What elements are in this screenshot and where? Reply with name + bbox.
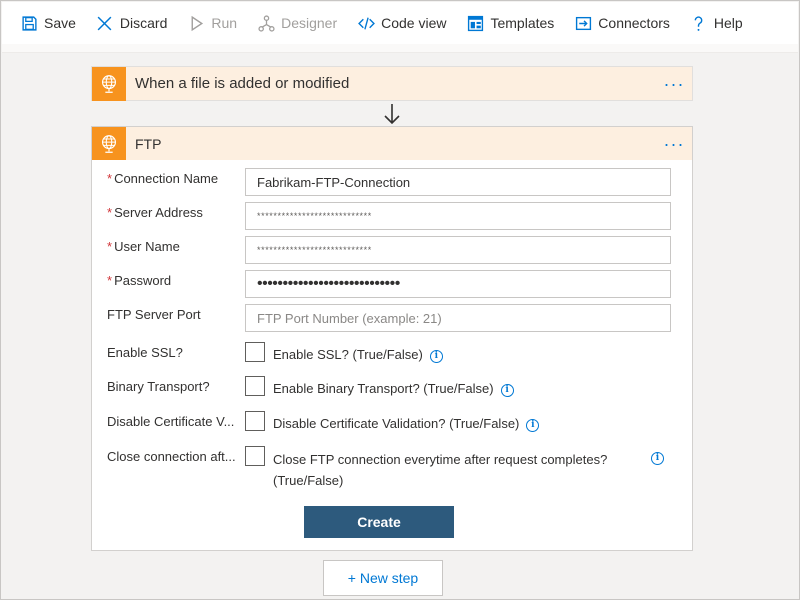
server-address-input[interactable] <box>245 202 671 230</box>
required-marker: * <box>107 273 113 288</box>
binary-transport-checkbox[interactable] <box>245 376 265 396</box>
password-input[interactable] <box>245 270 671 298</box>
info-icon[interactable]: i <box>651 452 664 465</box>
toolbar: Save Discard Run Designer Code view Temp… <box>2 2 798 44</box>
run-label: Run <box>211 15 238 31</box>
ftp-globe-icon <box>92 66 126 101</box>
code-view-label: Code view <box>381 15 447 31</box>
templates-button[interactable]: Templates <box>466 2 554 44</box>
code-icon <box>357 14 375 32</box>
flow-icon <box>257 14 275 32</box>
ftp-port-input[interactable] <box>245 304 671 332</box>
templates-label: Templates <box>490 15 555 31</box>
info-icon[interactable]: i <box>429 350 443 363</box>
enable-ssl-label: Enable SSL? <box>107 345 183 360</box>
required-marker: * <box>107 239 113 254</box>
info-icon[interactable]: i <box>526 419 540 432</box>
binary-transport-label: Binary Transport? <box>107 379 210 394</box>
arrow-down-icon <box>384 104 400 125</box>
password-label: * Password <box>107 273 172 288</box>
designer-canvas: Save Discard Run Designer Code view Temp… <box>0 0 800 600</box>
binary-transport-text: Enable Binary Transport? (True/False) i <box>273 379 514 399</box>
required-marker: * <box>107 171 113 186</box>
enable-ssl-text: Enable SSL? (True/False) i <box>273 345 443 365</box>
close-connection-text: Close FTP connection everytime after req… <box>273 452 608 488</box>
create-button[interactable]: Create <box>304 506 454 538</box>
ftp-card-header[interactable]: FTP ··· <box>92 127 692 160</box>
disable-cert-label: Disable Certificate V... <box>107 414 235 429</box>
server-address-label: * Server Address <box>107 205 203 220</box>
help-button[interactable]: Help <box>690 2 743 44</box>
ftp-card-title: FTP <box>135 135 162 152</box>
connection-name-label: * Connection Name <box>107 171 219 186</box>
connectors-button[interactable]: Connectors <box>574 2 670 44</box>
discard-button[interactable]: Discard <box>96 2 167 44</box>
disable-cert-checkbox[interactable] <box>245 411 265 431</box>
enable-ssl-checkbox[interactable] <box>245 342 265 362</box>
play-icon <box>187 14 205 32</box>
close-connection-checkbox[interactable] <box>245 446 265 466</box>
toolbar-divider <box>2 44 798 53</box>
help-label: Help <box>713 15 743 31</box>
discard-label: Discard <box>119 15 168 31</box>
templates-icon <box>466 14 484 32</box>
connection-name-input[interactable] <box>245 168 671 196</box>
user-name-input[interactable] <box>245 236 671 264</box>
info-icon[interactable]: i <box>500 384 514 397</box>
trigger-title: When a file is added or modified <box>135 75 350 92</box>
disable-cert-text: Disable Certificate Validation? (True/Fa… <box>273 414 540 434</box>
designer-button[interactable]: Designer <box>257 2 337 44</box>
user-name-label: * User Name <box>107 239 180 254</box>
ftp-connection-card: FTP ··· *Connection Name *Server Address… <box>91 126 693 551</box>
more-options-icon[interactable]: ··· <box>656 135 692 153</box>
required-marker: * <box>107 205 113 220</box>
help-icon <box>690 14 708 32</box>
new-step-button[interactable]: + New step <box>323 560 443 596</box>
save-icon <box>20 14 38 32</box>
code-view-button[interactable]: Code view <box>357 2 446 44</box>
connectors-icon <box>574 14 592 32</box>
close-icon <box>96 14 114 32</box>
run-button[interactable]: Run <box>187 2 237 44</box>
ftp-port-label: FTP Server Port <box>107 307 201 322</box>
designer-label: Designer <box>281 15 338 31</box>
ftp-globe-icon <box>92 127 126 160</box>
connectors-label: Connectors <box>598 15 670 31</box>
more-options-icon[interactable]: ··· <box>656 75 692 93</box>
trigger-card[interactable]: When a file is added or modified ··· <box>91 66 693 101</box>
close-connection-label: Close connection aft... <box>107 449 236 464</box>
save-label: Save <box>44 15 76 31</box>
save-button[interactable]: Save <box>20 2 76 44</box>
